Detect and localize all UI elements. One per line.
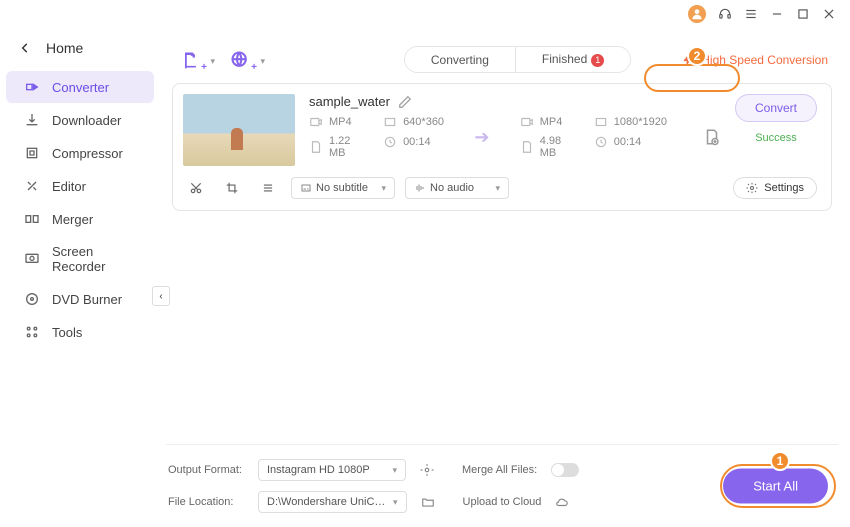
compressor-icon [24,145,40,161]
merger-icon [24,211,40,227]
merge-toggle[interactable] [551,463,579,477]
convert-button[interactable]: Convert [735,94,817,122]
tab-finished[interactable]: Finished1 [516,47,630,72]
sidebar-item-compressor[interactable]: Compressor [6,137,154,169]
file-card: sample_water MP4 1.22 MB 640*360 00:14 ➔ [172,83,832,211]
start-all-button[interactable]: Start All [723,469,828,504]
sidebar-item-label: Tools [52,325,82,340]
sidebar-item-label: Merger [52,212,93,227]
clock-icon [383,135,397,149]
callout-1: 1 [770,451,790,471]
upload-cloud-label: Upload to Cloud [463,496,542,508]
video-thumbnail[interactable] [183,94,295,166]
file-location-label: File Location: [168,496,244,508]
finished-count-badge: 1 [591,54,604,67]
add-file-button[interactable]: + ▾ [176,49,204,71]
dvd-icon [24,291,40,307]
tools-icon [24,324,40,340]
bottom-bar: Output Format: Instagram HD 1080P▾ Merge… [166,444,838,527]
back-icon[interactable] [18,41,32,55]
output-format-dropdown[interactable]: Instagram HD 1080P▾ [258,459,406,481]
user-avatar[interactable] [688,5,706,23]
minimize-button[interactable] [770,7,784,21]
arrow-right-icon: ➔ [472,127,492,148]
clock-icon [594,135,608,149]
sidebar-item-label: DVD Burner [52,292,122,307]
settings-button[interactable]: Settings [733,177,817,199]
sidebar-item-label: Downloader [52,113,121,128]
video-icon [520,115,534,129]
status-label: Success [735,132,817,144]
tab-segment: Converting Finished1 [404,46,631,73]
maximize-button[interactable] [796,7,810,21]
sidebar-item-screen-recorder[interactable]: Screen Recorder [6,236,154,282]
sidebar-item-editor[interactable]: Editor [6,170,154,202]
resolution-icon [594,115,608,129]
file-name: sample_water [309,94,390,109]
callout-2: 2 [687,46,707,66]
video-icon [309,115,323,129]
crop-button[interactable] [219,176,245,200]
subtitle-dropdown[interactable]: No subtitle▾ [291,177,395,199]
file-icon [520,140,534,154]
sidebar-item-label: Converter [52,80,109,95]
output-settings-icon[interactable] [703,128,721,146]
file-icon [309,140,323,154]
sidebar-item-tools[interactable]: Tools [6,316,154,348]
cut-button[interactable] [183,176,209,200]
sidebar-item-label: Screen Recorder [52,244,136,274]
screen-recorder-icon [24,251,40,267]
sidebar-item-downloader[interactable]: Downloader [6,104,154,136]
sidebar: Home Converter Downloader Compressor Edi… [0,28,160,527]
converter-icon [24,79,40,95]
sidebar-item-label: Compressor [52,146,123,161]
edit-name-icon[interactable] [398,95,412,109]
sidebar-item-merger[interactable]: Merger [6,203,154,235]
file-location-dropdown[interactable]: D:\Wondershare UniConverter 1▾ [258,491,407,513]
home-label[interactable]: Home [46,40,83,56]
sidebar-item-converter[interactable]: Converter [6,71,154,103]
downloader-icon [24,112,40,128]
add-url-button[interactable]: + ▾ [226,49,254,71]
cloud-icon[interactable] [555,495,569,509]
audio-dropdown[interactable]: No audio▾ [405,177,509,199]
sidebar-item-dvd-burner[interactable]: DVD Burner [6,283,154,315]
tab-converting[interactable]: Converting [405,47,516,72]
resolution-icon [383,115,397,129]
editor-icon [24,178,40,194]
headset-icon[interactable] [718,7,732,21]
output-format-settings-icon[interactable] [420,463,434,477]
close-button[interactable] [822,7,836,21]
sidebar-item-label: Editor [52,179,86,194]
output-format-label: Output Format: [168,464,244,476]
more-button[interactable] [255,176,281,200]
menu-icon[interactable] [744,7,758,21]
merge-label: Merge All Files: [462,464,537,476]
open-folder-icon[interactable] [421,495,435,509]
